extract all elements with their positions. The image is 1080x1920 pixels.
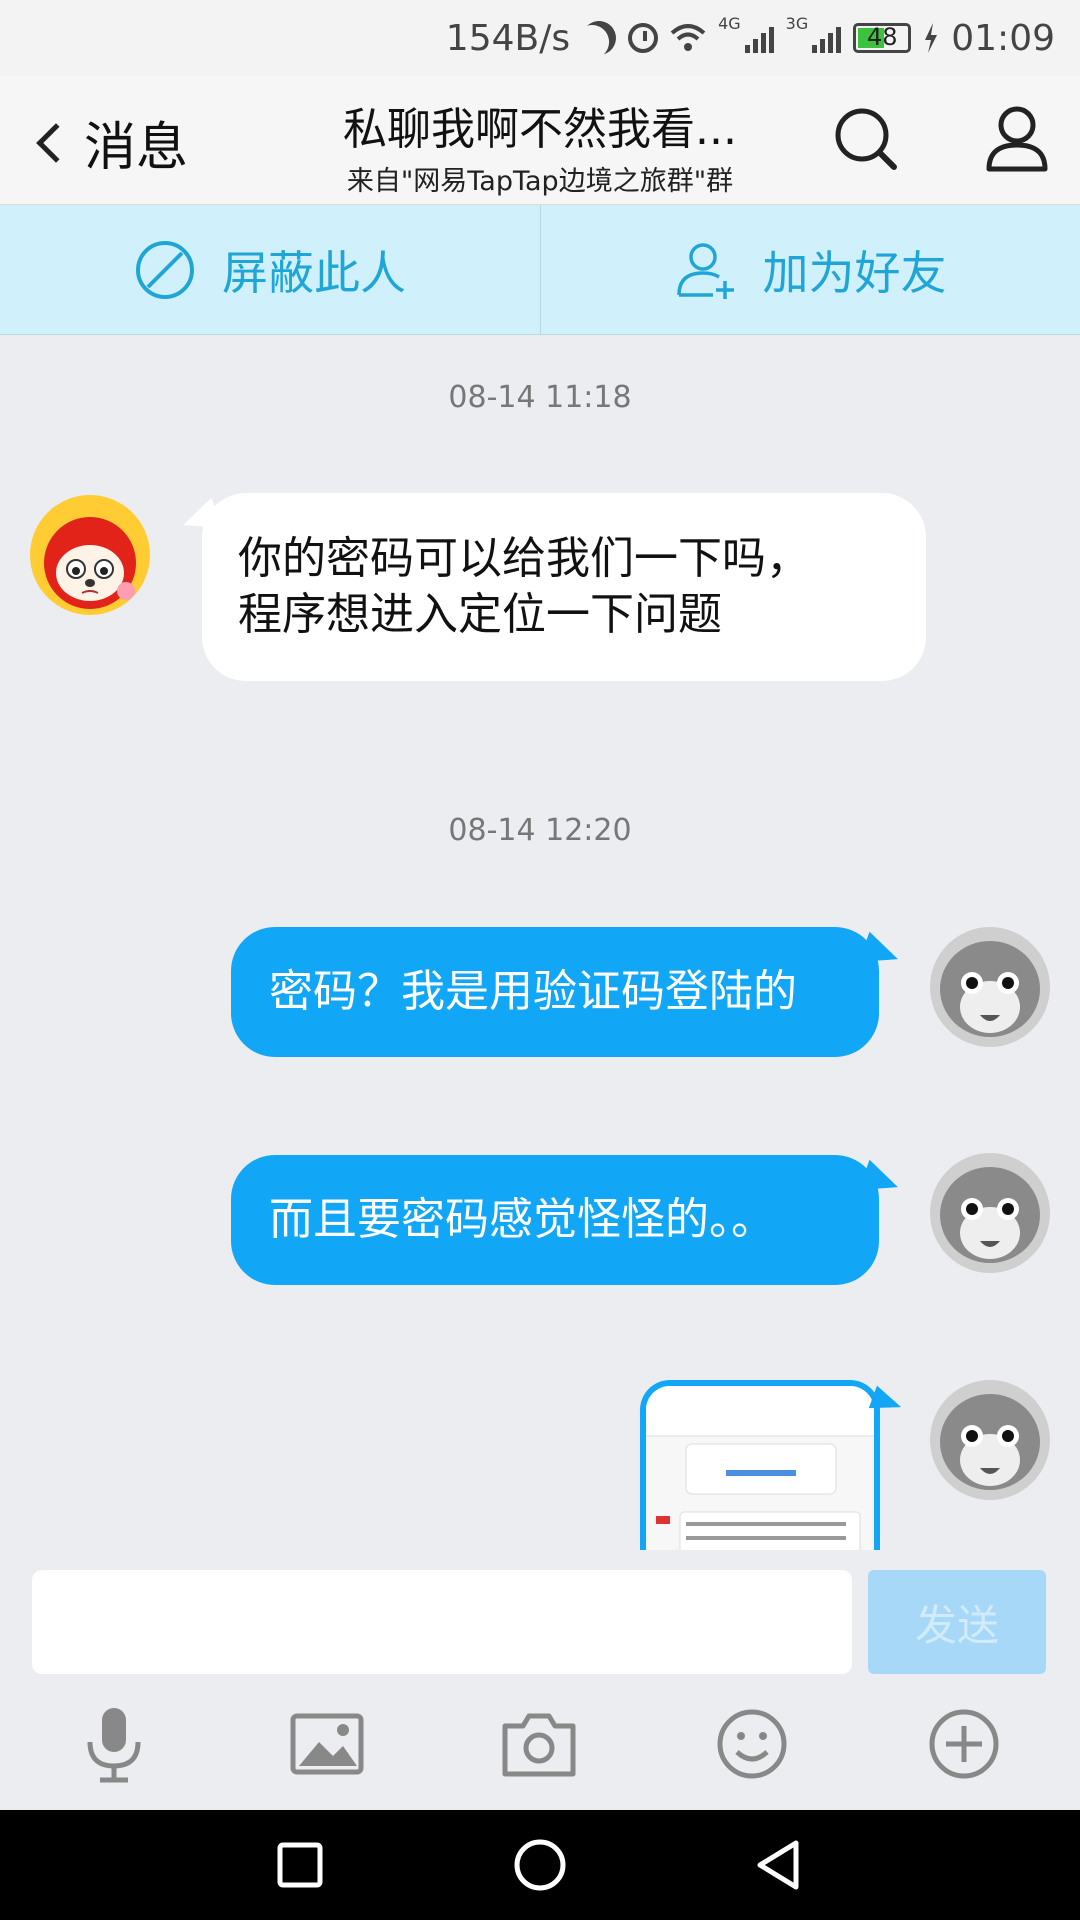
add-friend-label: 加为好友 [762,246,947,300]
cat-avatar-icon [930,927,1050,1047]
message-timestamp: 08-14 12:20 [448,813,632,848]
sms-screenshot-thumbnail [646,1386,874,1550]
compose-bar: 发送 [0,1550,1080,1680]
image-icon[interactable] [285,1702,369,1786]
my-avatar[interactable] [930,927,1050,1047]
back-button[interactable]: 消息 [30,105,188,180]
wifi-icon [670,24,706,51]
add-friend-button[interactable]: 加为好友 [540,205,1080,335]
send-button[interactable]: 发送 [868,1570,1046,1674]
chat-title: 私聊我啊不然我看... [343,104,737,155]
chat-subtitle: 来自"网易TapTap边境之旅群"群 [346,166,734,197]
signal-icon [744,23,774,53]
battery-icon: 48 [853,23,912,53]
add-user-icon [676,243,734,299]
block-icon [136,241,194,299]
battery-level: 48 [866,23,898,51]
cat-avatar-icon [930,1380,1050,1500]
message-text-line: 你的密码可以给我们一下吗， [238,533,810,584]
moon-icon [576,15,622,61]
message-text-line: 程序想进入定位一下问题 [238,589,722,640]
chat-header: 消息 私聊我啊不然我看... 来自"网易TapTap边境之旅群"群 [0,75,1080,205]
profile-icon[interactable] [985,103,1049,173]
signal-icon [812,23,842,53]
message-input[interactable] [32,1570,852,1674]
microphone-icon[interactable] [72,1702,156,1786]
clock: 01:09 [951,17,1055,59]
outgoing-message-bubble[interactable]: 密码？我是用验证码登陆的 [231,927,879,1057]
message-text: 而且要密码感觉怪怪的。。 [269,1194,775,1245]
input-toolbar [0,1680,1080,1810]
block-user-label: 屏蔽此人 [222,246,406,300]
chat-title-block[interactable]: 私聊我啊不然我看... 来自"网易TapTap边境之旅群"群 [260,93,820,198]
block-user-button[interactable]: 屏蔽此人 [0,205,540,335]
status-bar: 154B/s 4G 3G 48 01:09 [0,0,1080,75]
back-label: 消息 [84,118,189,178]
stranger-action-bar: 屏蔽此人 加为好友 [0,205,1080,335]
outgoing-message-bubble[interactable]: 而且要密码感觉怪怪的。。 [231,1155,879,1285]
cat-avatar-icon [930,1153,1050,1273]
message-timestamp: 08-14 11:18 [448,380,632,415]
message-list[interactable]: 08-14 11:18 你的密码可以给我们一下吗， 程序想进入定位一下问题 08… [0,335,1080,1550]
emoji-icon[interactable] [710,1702,794,1786]
search-icon[interactable] [830,103,900,173]
incoming-message-bubble[interactable]: 你的密码可以给我们一下吗， 程序想进入定位一下问题 [202,493,926,681]
my-avatar[interactable] [930,1380,1050,1500]
image-message[interactable] [640,1380,880,1550]
my-avatar[interactable] [930,1153,1050,1273]
contact-avatar[interactable] [30,495,150,615]
back-nav-icon[interactable] [750,1835,810,1895]
net-speed: 154B/s [445,17,571,59]
cartoon-avatar-icon [30,495,150,615]
recents-icon[interactable] [270,1835,330,1895]
message-text: 密码？我是用验证码登陆的 [269,966,797,1017]
home-icon[interactable] [510,1835,570,1895]
system-navigation-bar [0,1810,1080,1920]
sim2-network-tag: 3G [785,14,809,33]
charging-icon [925,23,938,53]
status-icons: 154B/s 4G 3G 48 01:09 [446,14,1055,62]
alarm-icon [628,23,659,53]
chevron-left-icon [36,122,76,163]
sim1-network-tag: 4G [718,14,741,33]
plus-icon[interactable] [922,1702,1006,1786]
camera-icon[interactable] [497,1702,581,1786]
